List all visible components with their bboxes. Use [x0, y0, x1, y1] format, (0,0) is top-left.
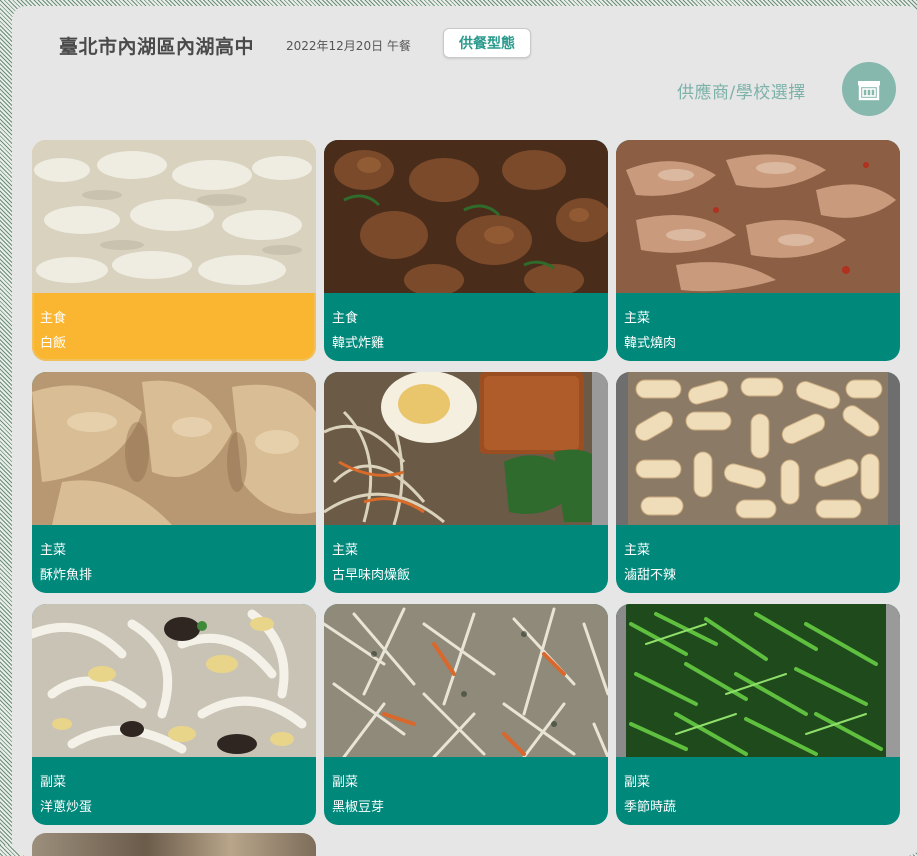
dish-photo-onion-egg [32, 604, 316, 757]
dish-card-onion-egg[interactable]: 副菜 洋蔥炒蛋 [32, 604, 316, 825]
dish-photo-bean-sprouts [324, 604, 608, 757]
dish-photo-tempura [616, 372, 900, 525]
dish-name: 季節時蔬 [624, 800, 677, 815]
dish-category: 主食 [40, 311, 67, 326]
dish-name: 白飯 [40, 336, 67, 351]
dish-photo-seasonal-vegetables [616, 604, 900, 757]
dish-photo-pork-rice-bowl [324, 372, 608, 525]
dish-card-black-pepper-sprouts[interactable]: 副菜 黑椒豆芽 [324, 604, 608, 825]
dish-category: 副菜 [40, 775, 67, 790]
supplier-select-button[interactable] [842, 62, 896, 116]
dish-card-korean-fried-chicken[interactable]: 主食 韓式炸雞 [324, 140, 608, 361]
dish-name: 洋蔥炒蛋 [40, 800, 93, 815]
store-icon [858, 81, 880, 101]
dish-name: 滷甜不辣 [624, 568, 677, 583]
dish-photo-bbq-meat [616, 140, 900, 293]
school-name: 臺北市內湖區內湖高中 [59, 36, 255, 58]
supplier-school-select-label[interactable]: 供應商/學校選擇 [677, 78, 806, 103]
meal-date: 2022年12月20日 午餐 [286, 39, 411, 53]
dish-category: 主菜 [624, 311, 651, 326]
dish-name: 韓式炸雞 [332, 336, 385, 351]
dish-photo-rice [32, 140, 316, 293]
dish-category: 主菜 [624, 543, 651, 558]
menu-panel: 臺北市內湖區內湖高中 2022年12月20日 午餐 供餐型態 供應商/學校選擇 [12, 6, 917, 856]
dish-category: 副菜 [624, 775, 651, 790]
dish-card-fried-fish[interactable]: 主菜 酥炸魚排 [32, 372, 316, 593]
service-type-button[interactable]: 供餐型態 [443, 28, 531, 58]
dish-name: 韓式燒肉 [624, 336, 677, 351]
dish-card-braised-pork-rice[interactable]: 主菜 古早味肉燥飯 [324, 372, 608, 593]
dish-name: 黑椒豆芽 [332, 800, 385, 815]
dish-card-rice[interactable]: 主食 白飯 [32, 140, 316, 361]
dish-category: 副菜 [332, 775, 359, 790]
dish-name: 古早味肉燥飯 [332, 568, 411, 583]
dish-category: 主食 [332, 311, 359, 326]
dish-category: 主菜 [40, 543, 67, 558]
dish-photo-fried-fish [32, 372, 316, 525]
dish-name: 酥炸魚排 [40, 568, 93, 583]
dish-card-korean-bbq[interactable]: 主菜 韓式燒肉 [616, 140, 900, 361]
dish-card-seasonal-vegetables[interactable]: 副菜 季節時蔬 [616, 604, 900, 825]
dish-card-tempura[interactable]: 主菜 滷甜不辣 [616, 372, 900, 593]
dish-category: 主菜 [332, 543, 359, 558]
dish-photo-fried-chicken [324, 140, 608, 293]
